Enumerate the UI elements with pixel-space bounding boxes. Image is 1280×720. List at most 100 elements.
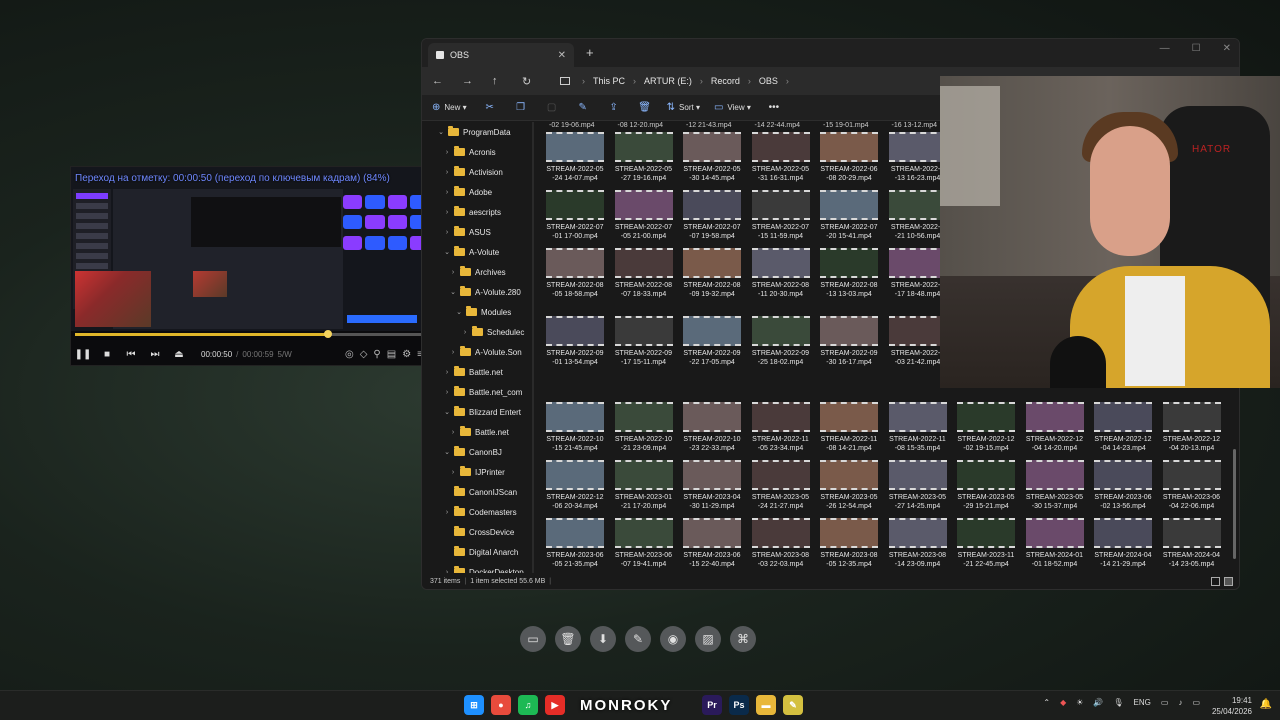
chevron-right-icon[interactable]: ›	[442, 189, 452, 196]
seek-bar-handle[interactable]	[324, 330, 333, 338]
file-item[interactable]: STREAM-2023-11 -21 22-45.mp4	[955, 518, 1017, 569]
chevron-right-icon[interactable]: ›	[442, 229, 452, 236]
file-item[interactable]: STREAM-2022-07 -05 21-00.mp4	[613, 190, 675, 241]
download-icon[interactable]: ⬇	[590, 626, 616, 652]
youtube-icon[interactable]: ▶	[545, 695, 565, 715]
navigation-pane-scrollbar[interactable]	[532, 122, 534, 574]
file-item[interactable]: STREAM-2022-10 -23 22-33.mp4	[681, 402, 743, 453]
video-frame[interactable]: Переход на отметку: 00:00:50 (переход по…	[71, 167, 431, 331]
tree-item[interactable]: › Battle.net	[448, 422, 509, 442]
file-item[interactable]: STREAM-2024-01 -01 18-52.mp4	[1024, 518, 1086, 569]
up-icon[interactable]: ↑	[492, 75, 522, 87]
chevron-right-icon[interactable]: ›	[442, 369, 452, 376]
shield-icon[interactable]: ◆	[1060, 698, 1066, 707]
monitor-icon[interactable]: ▭	[520, 626, 546, 652]
file-item[interactable]: STREAM-2023-06 -07 19-41.mp4	[613, 518, 675, 569]
file-item[interactable]: STREAM-2023-06 -15 22-40.mp4	[681, 518, 743, 569]
file-name-partial[interactable]: -14 22-44.mp4	[755, 122, 801, 129]
tree-item[interactable]: Digital Anarch	[442, 542, 518, 562]
tree-item[interactable]: ⌄ CanonBJ	[442, 442, 502, 462]
tree-item[interactable]: › Activision	[442, 162, 503, 182]
360-view-icon[interactable]: ◎	[345, 349, 354, 360]
network-icon[interactable]: ▭	[1161, 698, 1169, 707]
file-item[interactable]: STREAM-2022-12 -04 14-23.mp4	[1092, 402, 1154, 453]
file-item[interactable]: STREAM-2022-08 -11 20-30.mp4	[750, 248, 812, 299]
notifications-icon[interactable]: 🔔	[1260, 699, 1272, 710]
battery-icon[interactable]: ▭	[1192, 698, 1200, 707]
image-icon[interactable]: ▨	[695, 626, 721, 652]
file-item[interactable]: STREAM-2023-05 -27 14-25.mp4	[887, 460, 949, 511]
file-item[interactable]: STREAM-2022-10 -21 23-09.mp4	[613, 402, 675, 453]
file-item[interactable]: STREAM-2022-08 -09 19-32.mp4	[681, 248, 743, 299]
file-item[interactable]: STREAM-2024-04 -14 21-29.mp4	[1092, 518, 1154, 569]
view-button[interactable]: ▭ View ▾	[714, 102, 751, 113]
tree-item[interactable]: ⌄ Blizzard Entert	[442, 402, 521, 422]
chevron-right-icon[interactable]: ›	[448, 269, 458, 276]
file-item[interactable]: STREAM-2023-08 -14 23-09.mp4	[887, 518, 949, 569]
chevron-down-icon[interactable]: ⌄	[436, 128, 446, 136]
file-name-partial[interactable]: -02 19-06.mp4	[549, 122, 595, 129]
tree-item[interactable]: › Archives	[448, 262, 506, 282]
file-item[interactable]: STREAM-2022-08 -05 18-58.mp4	[544, 248, 606, 299]
file-item[interactable]: STREAM-2022-09 -22 17-05.mp4	[681, 316, 743, 367]
volume-icon[interactable]: 🔊	[1093, 698, 1103, 707]
file-name-partial[interactable]: -08 12-20.mp4	[618, 122, 664, 129]
photoshop-icon[interactable]: Ps	[729, 695, 749, 715]
camera-icon[interactable]: ◉	[660, 626, 686, 652]
file-item[interactable]: STREAM-2022-10 -15 21-45.mp4	[544, 402, 606, 453]
share-icon[interactable]: ⇪	[605, 102, 623, 113]
file-item[interactable]: STREAM-2022-06 -08 20-29.mp4	[818, 132, 880, 183]
settings-icon[interactable]: ⚙	[402, 349, 411, 360]
breadcrumb-item[interactable]: This PC	[593, 76, 625, 86]
file-item[interactable]: STREAM-2022-09 -30 16-17.mp4	[818, 316, 880, 367]
thumbnails-view-icon[interactable]	[1224, 576, 1233, 586]
pause-icon[interactable]: ❚❚	[71, 349, 95, 360]
new-tab-icon[interactable]: +	[586, 45, 594, 60]
mic-icon[interactable]: 🎙	[1113, 698, 1123, 707]
edit-icon[interactable]: ✎	[625, 626, 651, 652]
file-item[interactable]: STREAM-2022-09 -17 15-11.mp4	[613, 316, 675, 367]
tree-item[interactable]: › ASUS	[442, 222, 491, 242]
file-item[interactable]: STREAM-2022-09 -25 18-02.mp4	[750, 316, 812, 367]
file-item[interactable]: STREAM-2023-08 -05 12-35.mp4	[818, 518, 880, 569]
file-item[interactable]: STREAM-2022-11 -08 15-35.mp4	[887, 402, 949, 453]
tree-item[interactable]: › Battle.net_com	[442, 382, 522, 402]
back-icon[interactable]: ←	[432, 75, 462, 87]
copy-icon[interactable]: ❐	[512, 102, 530, 113]
file-item[interactable]: STREAM-2022-09 -01 13-54.mp4	[544, 316, 606, 367]
rename-icon[interactable]: ✎	[574, 102, 592, 113]
maximize-icon[interactable]: ☐	[1192, 43, 1201, 54]
file-item[interactable]: STREAM-2022-05 -27 19-16.mp4	[613, 132, 675, 183]
file-name-partial[interactable]: -12 21-43.mp4	[686, 122, 732, 129]
chevron-down-icon[interactable]: ⌄	[454, 308, 464, 316]
next-icon[interactable]: ⏭	[143, 349, 167, 360]
file-explorer-icon[interactable]: ▬	[756, 695, 776, 715]
speaker-icon[interactable]: ♪	[1178, 698, 1182, 707]
file-item[interactable]: STREAM-2022-12 -06 20-34.mp4	[544, 460, 606, 511]
file-item[interactable]: STREAM-2022-05 -31 16-31.mp4	[750, 132, 812, 183]
tree-item[interactable]: › Battle.net	[442, 362, 503, 382]
file-item[interactable]: STREAM-2022-08 -07 18-33.mp4	[613, 248, 675, 299]
breadcrumb-item[interactable]: ARTUR (E:)	[644, 76, 692, 86]
chevron-right-icon[interactable]: ›	[448, 429, 458, 436]
file-item[interactable]: STREAM-2023-05 -24 21-27.mp4	[750, 460, 812, 511]
forward-icon[interactable]: →	[462, 75, 492, 87]
stop-icon[interactable]: ■	[95, 349, 119, 360]
file-list-scrollbar[interactable]	[1233, 449, 1236, 559]
file-item[interactable]: STREAM-2022-05 -24 14-07.mp4	[544, 132, 606, 183]
file-item[interactable]: STREAM-2022-07 -01 17-00.mp4	[544, 190, 606, 241]
chevron-right-icon[interactable]: ›	[448, 469, 458, 476]
tree-item[interactable]: › Adobe	[442, 182, 492, 202]
chevron-right-icon[interactable]: ›	[442, 149, 452, 156]
details-view-icon[interactable]	[1211, 576, 1220, 586]
premiere-icon[interactable]: Pr	[702, 695, 722, 715]
chevron-right-icon[interactable]: ›	[442, 209, 452, 216]
tree-item[interactable]: ⌄ A-Volute.280	[448, 282, 521, 302]
tab-obs[interactable]: OBS ✕	[428, 43, 574, 67]
file-item[interactable]: STREAM-2023-05 -30 15-37.mp4	[1024, 460, 1086, 511]
chevron-down-icon[interactable]: ⌄	[442, 248, 452, 256]
file-item[interactable]: STREAM-2023-08 -03 22-03.mp4	[750, 518, 812, 569]
minimize-icon[interactable]: —	[1160, 43, 1170, 54]
file-item[interactable]: STREAM-2022-08 -13 13-03.mp4	[818, 248, 880, 299]
chevron-right-icon[interactable]: ›	[442, 389, 452, 396]
